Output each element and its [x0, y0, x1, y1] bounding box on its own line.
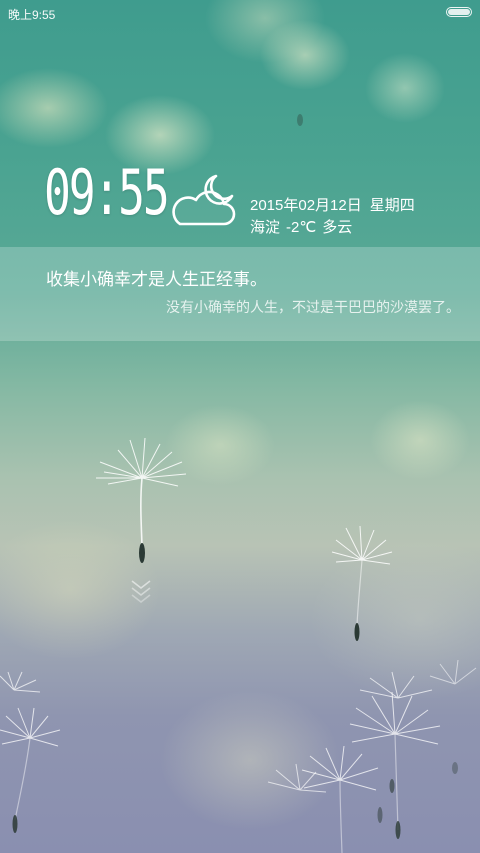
dandelion-seed [96, 437, 187, 546]
quote-sub: 没有小确幸的人生，不过是干巴巴的沙漠罢了。 [166, 299, 460, 315]
battery-icon [446, 7, 472, 17]
dandelion-seed [331, 525, 393, 626]
dandelion-seed [0, 671, 41, 693]
status-bar: 晚上9:55 [0, 0, 480, 26]
dandelion-seed [359, 671, 433, 699]
lockscreen-clock: 09:55 [44, 156, 170, 229]
date-line: 2015年02月12日 星期四 [250, 194, 415, 215]
weather-line: 海淀 -2℃ 多云 [250, 216, 352, 237]
quote-main: 收集小确幸才是人生正经事。 [46, 270, 267, 289]
chevron-down-icon[interactable] [130, 577, 152, 603]
dandelion-seed [349, 691, 441, 831]
weekday: 星期四 [369, 197, 415, 214]
dandelion-seed [301, 745, 379, 853]
moon-cloud-icon [172, 174, 236, 226]
dandelion-wallpaper [0, 114, 477, 853]
status-time: 晚上9:55 [8, 8, 56, 22]
location: 海淀 [250, 219, 281, 236]
dandelion-seed [267, 763, 327, 793]
weather-condition: 多云 [322, 219, 353, 236]
dandelion-seed [429, 659, 477, 685]
temperature: -2℃ [286, 219, 317, 236]
dandelion-seed [0, 707, 61, 821]
quote-panel: 收集小确幸才是人生正经事。 没有小确幸的人生，不过是干巴巴的沙漠罢了。 [0, 247, 480, 341]
date: 2015年02月12日 [250, 197, 362, 214]
